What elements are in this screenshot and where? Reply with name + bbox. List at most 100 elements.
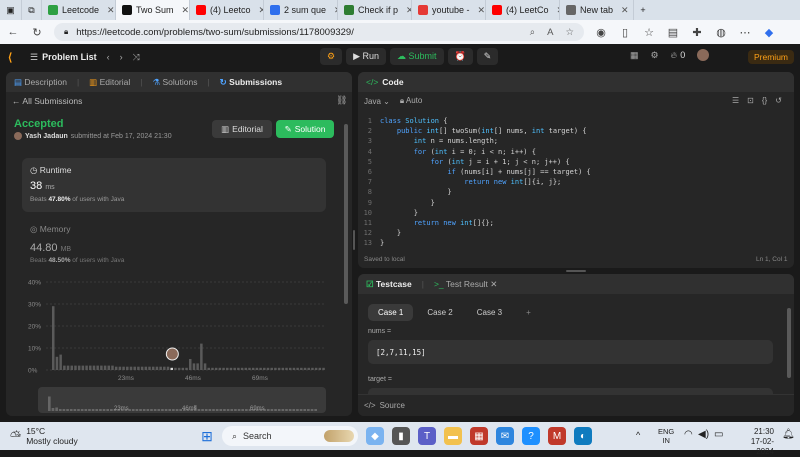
distribution-bar[interactable] (55, 356, 59, 370)
code-editor[interactable]: 1 class Solution {2 public int[] twoSum(i… (358, 116, 794, 248)
favorite-icon[interactable]: ☆ (565, 27, 574, 38)
leetcode-logo[interactable]: ⟨ (8, 51, 30, 64)
new-tab-button[interactable]: + (634, 0, 652, 20)
weather-widget[interactable]: ⛅︎ 15°C Mostly cloudy (10, 426, 78, 446)
distribution-bar[interactable] (281, 367, 285, 370)
language-select[interactable]: Java ⌄ (364, 97, 390, 106)
next-problem-icon[interactable]: › (120, 52, 123, 62)
collections-icon[interactable]: ▤ (666, 26, 680, 39)
case-tab-1[interactable]: Case 1 (368, 304, 414, 321)
distribution-bar[interactable] (263, 367, 266, 370)
nums-input[interactable]: [2,7,11,15] (368, 340, 773, 364)
browser-tab[interactable]: (4) LeetCo✕ (486, 0, 560, 20)
code-line[interactable]: 1 class Solution { (358, 116, 794, 126)
distribution-bar[interactable] (100, 365, 103, 370)
distribution-bar[interactable] (163, 366, 166, 370)
distribution-bar[interactable] (66, 365, 70, 370)
code-line[interactable]: 12 } (358, 228, 794, 238)
distribution-bar[interactable] (277, 367, 281, 370)
file-explorer-icon[interactable]: ▮ (392, 427, 410, 445)
distribution-bar[interactable] (74, 365, 77, 370)
tab-submissions[interactable]: ↻ Submissions (220, 77, 282, 88)
reload-icon[interactable]: ↻ (30, 26, 44, 39)
distribution-bar[interactable] (296, 367, 299, 370)
distribution-bar[interactable] (255, 367, 259, 370)
case-tab-3[interactable]: Case 3 (467, 304, 512, 321)
code-line[interactable]: 3 int n = nums.length; (358, 136, 794, 146)
tab-editorial[interactable]: ▥ Editorial (89, 77, 130, 88)
edge-icon[interactable]: ◐ (574, 427, 592, 445)
start-icon[interactable]: ⊞ (198, 427, 216, 445)
code-line[interactable]: 7 return new int[]{i, j}; (358, 177, 794, 187)
browser-tab[interactable]: Leetcode ✕ (42, 0, 116, 20)
distribution-bar[interactable] (192, 363, 196, 370)
notification-bell-icon[interactable]: 🔔︎ (782, 429, 795, 440)
close-icon[interactable]: ✕ (490, 279, 497, 289)
mail-icon[interactable]: ✉ (496, 427, 514, 445)
code-line[interactable]: 2 public int[] twoSum(int[] nums, int ta… (358, 126, 794, 136)
language-indicator[interactable]: ENG IN (658, 427, 674, 445)
distribution-bar[interactable] (322, 367, 325, 370)
distribution-bar[interactable] (107, 365, 111, 370)
submitter-name[interactable]: Yash Jadaun (25, 133, 68, 140)
reset-icon[interactable]: ↺ (775, 96, 782, 105)
browser-menu-icon[interactable]: ▣ (0, 0, 22, 20)
favorites-icon[interactable]: ☆ (642, 26, 656, 39)
distribution-bar[interactable] (288, 367, 292, 370)
testcase-scrollbar[interactable] (787, 308, 791, 378)
settings-icon[interactable]: ⚙ (651, 50, 659, 61)
clock[interactable]: 21:30 17-02-2024 (736, 427, 774, 457)
distribution-bar[interactable] (85, 365, 88, 370)
distribution-bar[interactable] (203, 363, 207, 370)
distribution-bar[interactable] (314, 367, 318, 370)
distribution-bar[interactable] (259, 367, 262, 370)
submit-button[interactable]: ☁ Submit (390, 48, 444, 65)
distribution-bar[interactable] (251, 367, 255, 370)
bookmark-icon[interactable]: ⊡ (747, 96, 754, 105)
distribution-bar[interactable] (103, 365, 107, 370)
distribution-bar[interactable] (144, 366, 148, 370)
browser-tab[interactable]: Two Sum ✕ (116, 0, 190, 20)
code-line[interactable]: 9 } (358, 198, 794, 208)
distribution-bar[interactable] (59, 354, 62, 370)
distribution-bar[interactable] (311, 367, 314, 370)
distribution-bar[interactable] (292, 367, 296, 370)
auto-mode[interactable]: 🔒︎ Auto (400, 96, 423, 106)
problem-list-label[interactable]: Problem List (42, 52, 97, 62)
distribution-bar[interactable] (96, 365, 99, 370)
distribution-bar[interactable] (92, 365, 96, 370)
close-tab-icon[interactable]: ✕ (478, 5, 485, 16)
photos-icon[interactable]: ▦ (470, 427, 488, 445)
teams-icon[interactable]: T (418, 427, 436, 445)
distribution-bar[interactable] (189, 359, 192, 370)
distribution-bar[interactable] (248, 367, 251, 370)
premium-button[interactable]: Premium (748, 50, 795, 64)
prev-problem-icon[interactable]: ‹ (107, 52, 110, 62)
distribution-bar[interactable] (89, 365, 92, 370)
distribution-bar[interactable] (237, 367, 240, 370)
timer-button[interactable]: ⏰ (447, 48, 473, 65)
memory-header[interactable]: ◎ Memory (30, 224, 70, 235)
distribution-bar[interactable] (133, 366, 136, 370)
distribution-bar[interactable] (122, 366, 125, 370)
split-screen-icon[interactable]: ▯ (618, 26, 632, 39)
runtime-card[interactable]: ◷ Runtime 38 ms Beats 47.80% of users wi… (22, 158, 326, 212)
code-line[interactable]: 5 for (int j = i + 1; j < n; j++) { (358, 157, 794, 167)
add-case-button[interactable]: + (516, 304, 541, 321)
distribution-bar[interactable] (307, 367, 310, 370)
read-aloud-icon[interactable]: A (547, 27, 553, 38)
notes-button[interactable]: ✎ (476, 48, 499, 65)
distribution-bar[interactable] (200, 343, 203, 370)
distribution-bar[interactable] (207, 367, 211, 370)
solution-button[interactable]: ✎ Solution (276, 120, 334, 138)
distribution-bar[interactable] (274, 367, 277, 370)
copilot-icon[interactable]: ◆ (762, 26, 776, 39)
notes-icon[interactable]: ☰ (732, 96, 739, 105)
editorial-button[interactable]: ▥ Editorial (212, 120, 272, 138)
folder-icon[interactable]: ▬ (444, 427, 462, 445)
distribution-bar[interactable] (118, 366, 122, 370)
braces-icon[interactable]: {} (762, 96, 767, 105)
copilot-app-icon[interactable]: ◆ (366, 427, 384, 445)
code-line[interactable]: 13} (358, 238, 794, 248)
distribution-bar[interactable] (114, 366, 118, 370)
